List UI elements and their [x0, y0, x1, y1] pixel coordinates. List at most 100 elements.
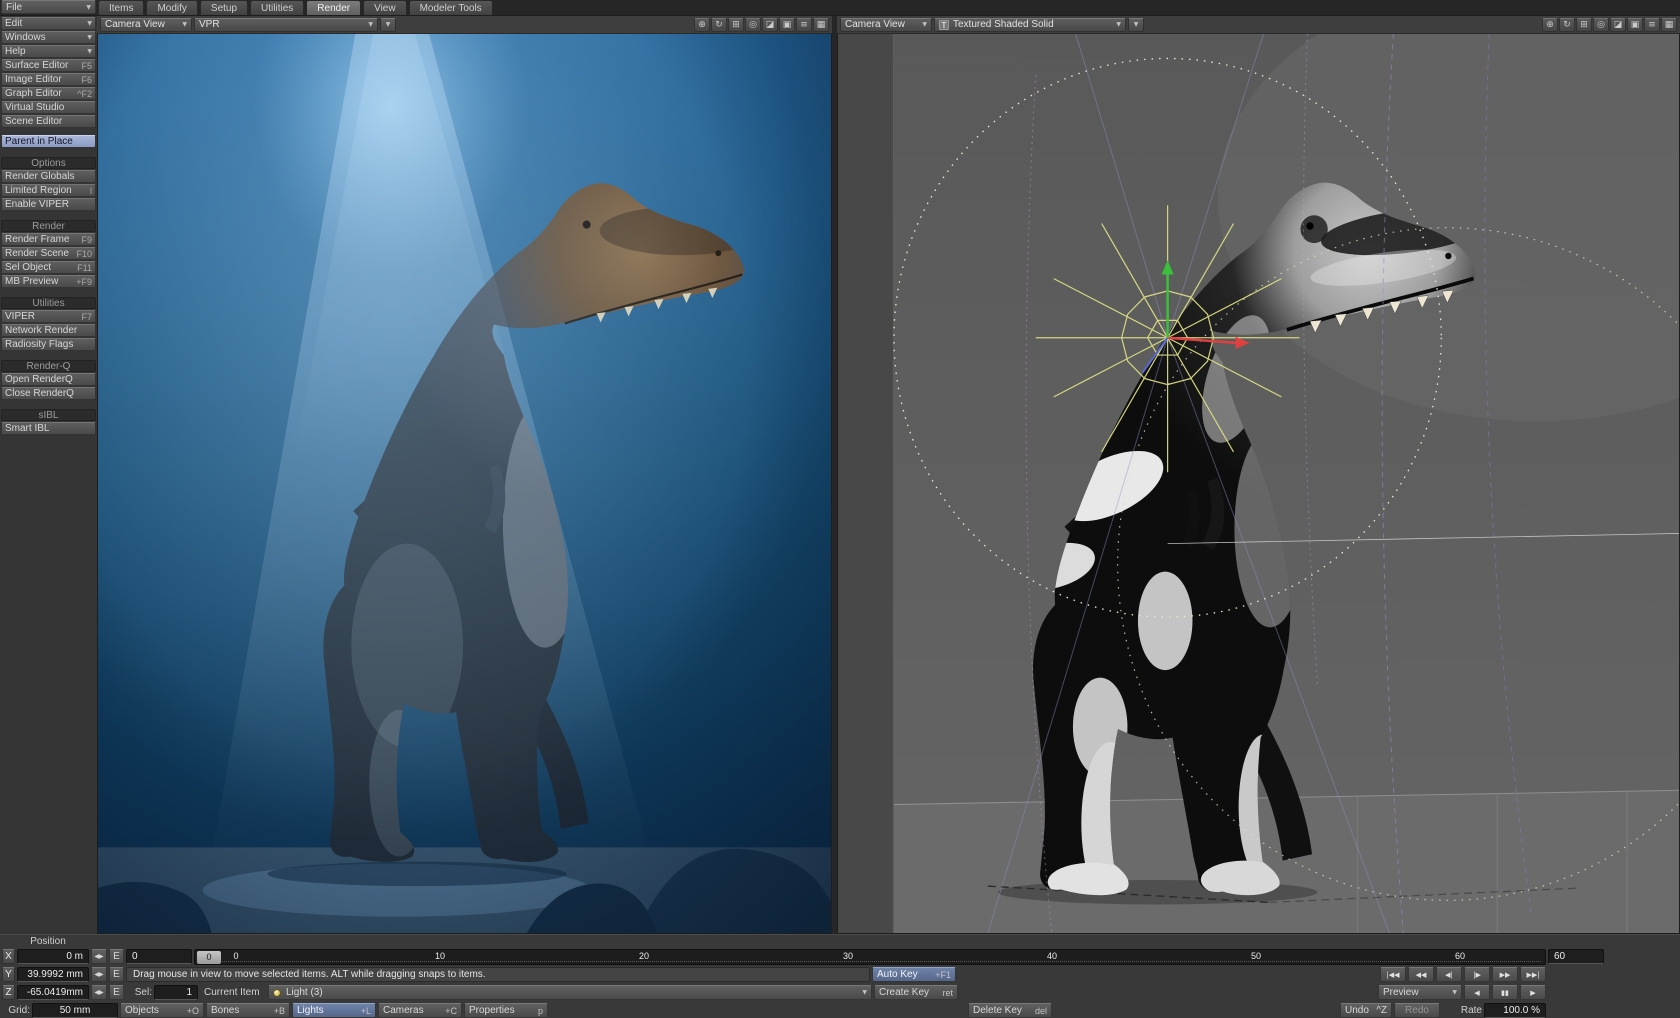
- quad-view-icon[interactable]: ▦: [1661, 18, 1677, 32]
- playback-button[interactable]: ▮▮: [1492, 985, 1518, 1000]
- sidebar-tool-button[interactable]: Scene Editor: [1, 115, 96, 128]
- rotate-icon[interactable]: ↻: [1559, 18, 1575, 32]
- vpr-render-canvas[interactable]: [97, 34, 832, 934]
- transport-button[interactable]: |◀◀: [1380, 967, 1406, 982]
- item-type-button[interactable]: Objects +O: [120, 1003, 204, 1018]
- sidebar-tool-button[interactable]: Graph Editor ^F2: [1, 87, 96, 100]
- main-tab[interactable]: Modify: [146, 0, 197, 15]
- create-key-button[interactable]: Create Key ret: [874, 985, 958, 1000]
- quad-view-icon[interactable]: ▦: [813, 18, 829, 32]
- selection-count-field[interactable]: 1: [154, 985, 198, 1000]
- sidebar-tool-button[interactable]: MB Preview +F9: [1, 275, 96, 288]
- sidebar-tool-button[interactable]: Sel Object F11: [1, 261, 96, 274]
- main-tab[interactable]: Utilities: [250, 0, 304, 15]
- viewport-menu-icon[interactable]: ≡: [796, 18, 812, 32]
- viewport-options-arrow-button[interactable]: ▼: [1128, 18, 1144, 32]
- item-type-button[interactable]: Properties p: [464, 1003, 548, 1018]
- position-x-field[interactable]: 0 m: [17, 949, 89, 964]
- sidebar-tool-button[interactable]: Surface Editor F5: [1, 59, 96, 72]
- main-tab[interactable]: View: [363, 0, 407, 15]
- sidebar-menu-button[interactable]: Edit ▼: [1, 17, 96, 30]
- axis-z-chip[interactable]: Z: [2, 985, 15, 1000]
- chevron-down-icon: ▼: [364, 21, 373, 28]
- shading-icon[interactable]: ◪: [762, 18, 778, 32]
- end-frame-field[interactable]: 60: [1548, 949, 1604, 964]
- sidebar-tool-button[interactable]: Enable VIPER: [1, 198, 96, 211]
- pan-icon[interactable]: ⊕: [694, 18, 710, 32]
- sidebar-tool-button[interactable]: Render Globals: [1, 170, 96, 183]
- main-tab[interactable]: Modeler Tools: [409, 0, 493, 15]
- playback-button[interactable]: ▶: [1520, 985, 1546, 1000]
- shading-icon[interactable]: ◪: [1610, 18, 1626, 32]
- auto-key-button[interactable]: Auto Key +F1: [872, 967, 956, 982]
- maximize-view-icon[interactable]: ▣: [1627, 18, 1643, 32]
- item-type-button[interactable]: Lights +L: [292, 1003, 376, 1018]
- spinner-icon[interactable]: ◀▶: [91, 949, 107, 964]
- zoom-box-icon[interactable]: ⊞: [1576, 18, 1592, 32]
- file-menu-button[interactable]: File ▼: [1, 0, 96, 14]
- sidebar-tool-button[interactable]: Image Editor F6: [1, 73, 96, 86]
- sidebar-tool-button[interactable]: Render Scene F10: [1, 247, 96, 260]
- maximize-view-icon[interactable]: ▣: [779, 18, 795, 32]
- magnify-icon[interactable]: ◎: [1593, 18, 1609, 32]
- axis-y-chip[interactable]: Y: [2, 967, 15, 982]
- sidebar-tool-button[interactable]: Radiosity Flags: [1, 338, 96, 351]
- zoom-box-icon[interactable]: ⊞: [728, 18, 744, 32]
- timeline-track[interactable]: 0 10 20 30 40 50 60 0: [194, 949, 1546, 965]
- parent-in-place-button[interactable]: Parent in Place: [1, 135, 96, 148]
- sidebar-tool-button[interactable]: Open RenderQ: [1, 373, 96, 386]
- view-type-dropdown[interactable]: Camera View ▼: [100, 18, 192, 32]
- pan-icon[interactable]: ⊕: [1542, 18, 1558, 32]
- main-tab[interactable]: Setup: [200, 0, 248, 15]
- sidebar-menu-button[interactable]: Help ▼: [1, 45, 96, 58]
- position-z-field[interactable]: -65.0419mm: [17, 985, 89, 1000]
- main-tab[interactable]: Render: [306, 0, 361, 15]
- chevron-down-icon: ▼: [83, 34, 92, 41]
- spinner-icon[interactable]: ◀▶: [91, 967, 107, 982]
- grid-label: Grid:: [2, 1005, 30, 1016]
- render-mode-dropdown[interactable]: T Textured Shaded Solid ▼: [934, 18, 1126, 32]
- sidebar-tool-button[interactable]: Virtual Studio: [1, 101, 96, 114]
- transport-button[interactable]: ◀◀: [1408, 967, 1434, 982]
- viewport-menu-icon[interactable]: ≡: [1644, 18, 1660, 32]
- sidebar-tool-button[interactable]: Render Frame F9: [1, 233, 96, 246]
- render-mode-dropdown[interactable]: VPR ▼: [194, 18, 378, 32]
- item-type-button[interactable]: Bones +B: [206, 1003, 290, 1018]
- redo-button[interactable]: Redo: [1394, 1003, 1440, 1018]
- transport-button[interactable]: ▶▶|: [1520, 967, 1546, 982]
- view-type-dropdown[interactable]: Camera View ▼: [840, 18, 932, 32]
- envelope-y-button[interactable]: E: [109, 967, 124, 982]
- transport-button[interactable]: ◀|: [1436, 967, 1462, 982]
- envelope-x-button[interactable]: E: [109, 949, 124, 964]
- sidebar-menu-button[interactable]: Windows ▼: [1, 31, 96, 44]
- envelope-z-button[interactable]: E: [109, 985, 124, 1000]
- position-y-field[interactable]: 39.9992 mm: [17, 967, 89, 982]
- delete-key-button[interactable]: Delete Key del: [968, 1003, 1052, 1018]
- grid-size-field[interactable]: 50 mm: [32, 1003, 118, 1018]
- spinner-icon[interactable]: ◀▶: [91, 985, 107, 1000]
- sidebar-tool-button[interactable]: Close RenderQ: [1, 387, 96, 400]
- sidebar-tool-button[interactable]: VIPER F7: [1, 310, 96, 323]
- current-item-dropdown[interactable]: Light (3) ▼: [268, 985, 872, 1000]
- sidebar-tool-button[interactable]: Network Render: [1, 324, 96, 337]
- rate-field[interactable]: 100.0 %: [1484, 1003, 1546, 1018]
- sidebar-tool-button[interactable]: Limited Region l: [1, 184, 96, 197]
- item-type-button[interactable]: Cameras +C: [378, 1003, 462, 1018]
- transport-button[interactable]: |▶: [1464, 967, 1490, 982]
- playback-button[interactable]: ◀: [1464, 985, 1490, 1000]
- current-frame-field[interactable]: 0: [126, 949, 192, 964]
- rotate-icon[interactable]: ↻: [711, 18, 727, 32]
- viewport-options-arrow-button[interactable]: ▼: [380, 18, 396, 32]
- chevron-down-icon: ▼: [83, 48, 92, 55]
- main-tab[interactable]: Items: [98, 0, 144, 15]
- undo-button[interactable]: Undo ^Z: [1340, 1003, 1392, 1018]
- axis-x-chip[interactable]: X: [2, 949, 15, 964]
- timeline-slider-handle[interactable]: 0: [197, 951, 221, 964]
- magnify-icon[interactable]: ◎: [745, 18, 761, 32]
- transport-button[interactable]: ▶▶: [1492, 967, 1518, 982]
- shaded-viewport-canvas[interactable]: [837, 34, 1680, 934]
- chevron-down-icon: ▼: [918, 21, 927, 28]
- timeline-tick-label: 60: [1449, 951, 1471, 963]
- preview-dropdown[interactable]: Preview ▼: [1378, 985, 1462, 1000]
- sidebar-tool-button[interactable]: Smart IBL: [1, 422, 96, 435]
